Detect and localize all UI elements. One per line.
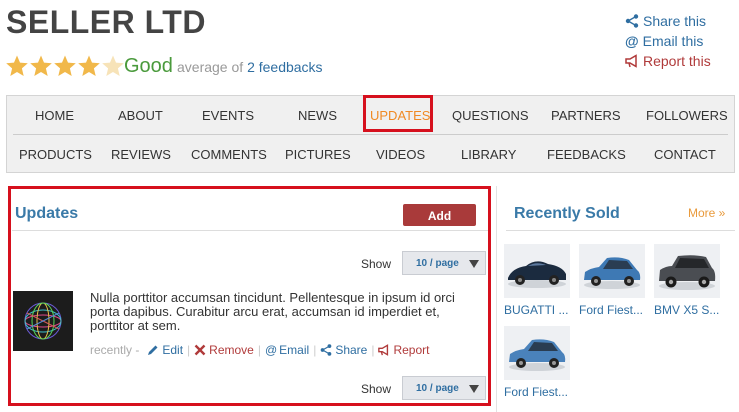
nav-item-library[interactable]: LIBRARY: [461, 147, 516, 162]
star-icon: [6, 55, 28, 76]
nav-item-home[interactable]: HOME: [35, 108, 74, 123]
megaphone-icon: [625, 54, 637, 68]
edit-link[interactable]: Edit: [147, 343, 183, 357]
nav-item-reviews[interactable]: REVIEWS: [111, 147, 171, 162]
remove-label: Remove: [209, 343, 254, 357]
active-tab-highlight: [363, 95, 433, 132]
nav-item-partners[interactable]: PARTNERS: [551, 108, 621, 123]
rating-avg-prefix: average of: [177, 59, 244, 75]
nav-item-events[interactable]: EVENTS: [202, 108, 254, 123]
update-thumbnail: [13, 291, 73, 351]
dropdown-arrow-icon: [469, 385, 479, 393]
car-label[interactable]: BUGATTI ...: [504, 303, 570, 317]
nav-item-followers[interactable]: FOLLOWERS: [646, 108, 728, 123]
nav-item-about[interactable]: ABOUT: [118, 108, 163, 123]
star-icon: [30, 55, 52, 76]
report-this-label: Report this: [643, 53, 711, 69]
edit-label: Edit: [162, 343, 184, 357]
share-icon: [320, 344, 332, 356]
share-this-label: Share this: [643, 13, 707, 29]
star-icon: [54, 55, 76, 76]
nav-item-questions[interactable]: QUESTIONS: [452, 108, 529, 123]
show-label-bottom: Show: [361, 382, 392, 396]
update-time: recently -: [90, 343, 140, 357]
suv-car-image: [654, 244, 720, 298]
email-link[interactable]: @ Email: [265, 343, 309, 357]
hatchback-car-image: [579, 244, 645, 298]
nav-row-2: PRODUCTS REVIEWS COMMENTS PICTURES VIDEO…: [7, 135, 734, 173]
pencil-icon: [148, 345, 158, 355]
per-page-value: 10 / page: [416, 382, 459, 394]
remove-link[interactable]: Remove: [194, 343, 254, 357]
share-icon: [625, 14, 639, 28]
nav-item-contact[interactable]: CONTACT: [654, 147, 716, 162]
updates-divider: [12, 230, 488, 231]
column-separator: [496, 186, 497, 412]
show-label-top: Show: [361, 257, 392, 271]
per-page-select-top[interactable]: 10 / page: [402, 251, 486, 275]
close-icon: [194, 344, 206, 356]
rating-average: average of 2 feedbacks: [177, 59, 323, 75]
car-label[interactable]: Ford Fiest...: [504, 385, 570, 399]
action-separator: |: [371, 343, 375, 357]
nav-item-feedbacks[interactable]: FEEDBACKS: [547, 147, 626, 162]
car-label[interactable]: BMV X5 S...: [654, 303, 720, 317]
per-page-value: 10 / page: [416, 257, 459, 269]
recently-sold-title: Recently Sold: [514, 205, 620, 222]
car-tile-4[interactable]: Ford Fiest...: [504, 326, 570, 399]
sports-car-image: [504, 244, 570, 298]
update-actions: recently - Edit | Remove | @ Email | Sha…: [90, 343, 430, 357]
share-links: Share this @ Email this Report this: [625, 11, 711, 71]
update-text: Nulla porttitor accumsan tincidunt. Pell…: [90, 290, 455, 333]
share-label: Share: [335, 343, 368, 357]
dropdown-arrow-icon: [469, 260, 479, 268]
action-separator: |: [257, 343, 261, 357]
nav-item-videos[interactable]: VIDEOS: [376, 147, 425, 162]
car-label[interactable]: Ford Fiest...: [579, 303, 645, 317]
nav-item-news[interactable]: NEWS: [298, 108, 337, 123]
at-icon: @: [625, 33, 639, 49]
action-separator: |: [187, 343, 191, 357]
rating-stars: [5, 54, 125, 78]
car-tile-3[interactable]: BMV X5 S...: [654, 244, 720, 317]
action-separator: |: [313, 343, 317, 357]
updates-title: Updates: [15, 205, 79, 222]
share-this-link[interactable]: Share this: [625, 11, 711, 31]
email-this-label: Email this: [642, 33, 704, 49]
nav-item-pictures[interactable]: PICTURES: [285, 147, 351, 162]
report-label: Report: [393, 343, 430, 357]
car-tile-2[interactable]: Ford Fiest...: [579, 244, 645, 317]
rating-word: Good: [124, 55, 173, 77]
feedbacks-link[interactable]: 2 feedbacks: [247, 59, 323, 75]
seller-name: SELLER LTD: [6, 4, 206, 40]
report-link[interactable]: Report: [378, 343, 430, 357]
at-icon: @: [264, 343, 278, 357]
email-label: Email: [279, 343, 310, 357]
more-link[interactable]: More »: [688, 206, 725, 220]
hatchback-car-image: [504, 326, 570, 380]
star-empty-icon: [102, 55, 124, 76]
nav-item-products[interactable]: PRODUCTS: [19, 147, 92, 162]
add-update-button[interactable]: Add update: [403, 204, 476, 245]
megaphone-icon: [378, 344, 389, 356]
share-link[interactable]: Share: [320, 343, 367, 357]
recently-sold-divider: [506, 230, 735, 231]
per-page-select-bottom[interactable]: 10 / page: [402, 376, 486, 400]
report-this-link[interactable]: Report this: [625, 51, 711, 71]
email-this-link[interactable]: @ Email this: [625, 31, 711, 51]
sphere-image-icon: [13, 291, 73, 351]
nav-item-comments[interactable]: COMMENTS: [191, 147, 267, 162]
star-icon: [78, 55, 100, 76]
car-tile-1[interactable]: BUGATTI ...: [504, 244, 570, 317]
